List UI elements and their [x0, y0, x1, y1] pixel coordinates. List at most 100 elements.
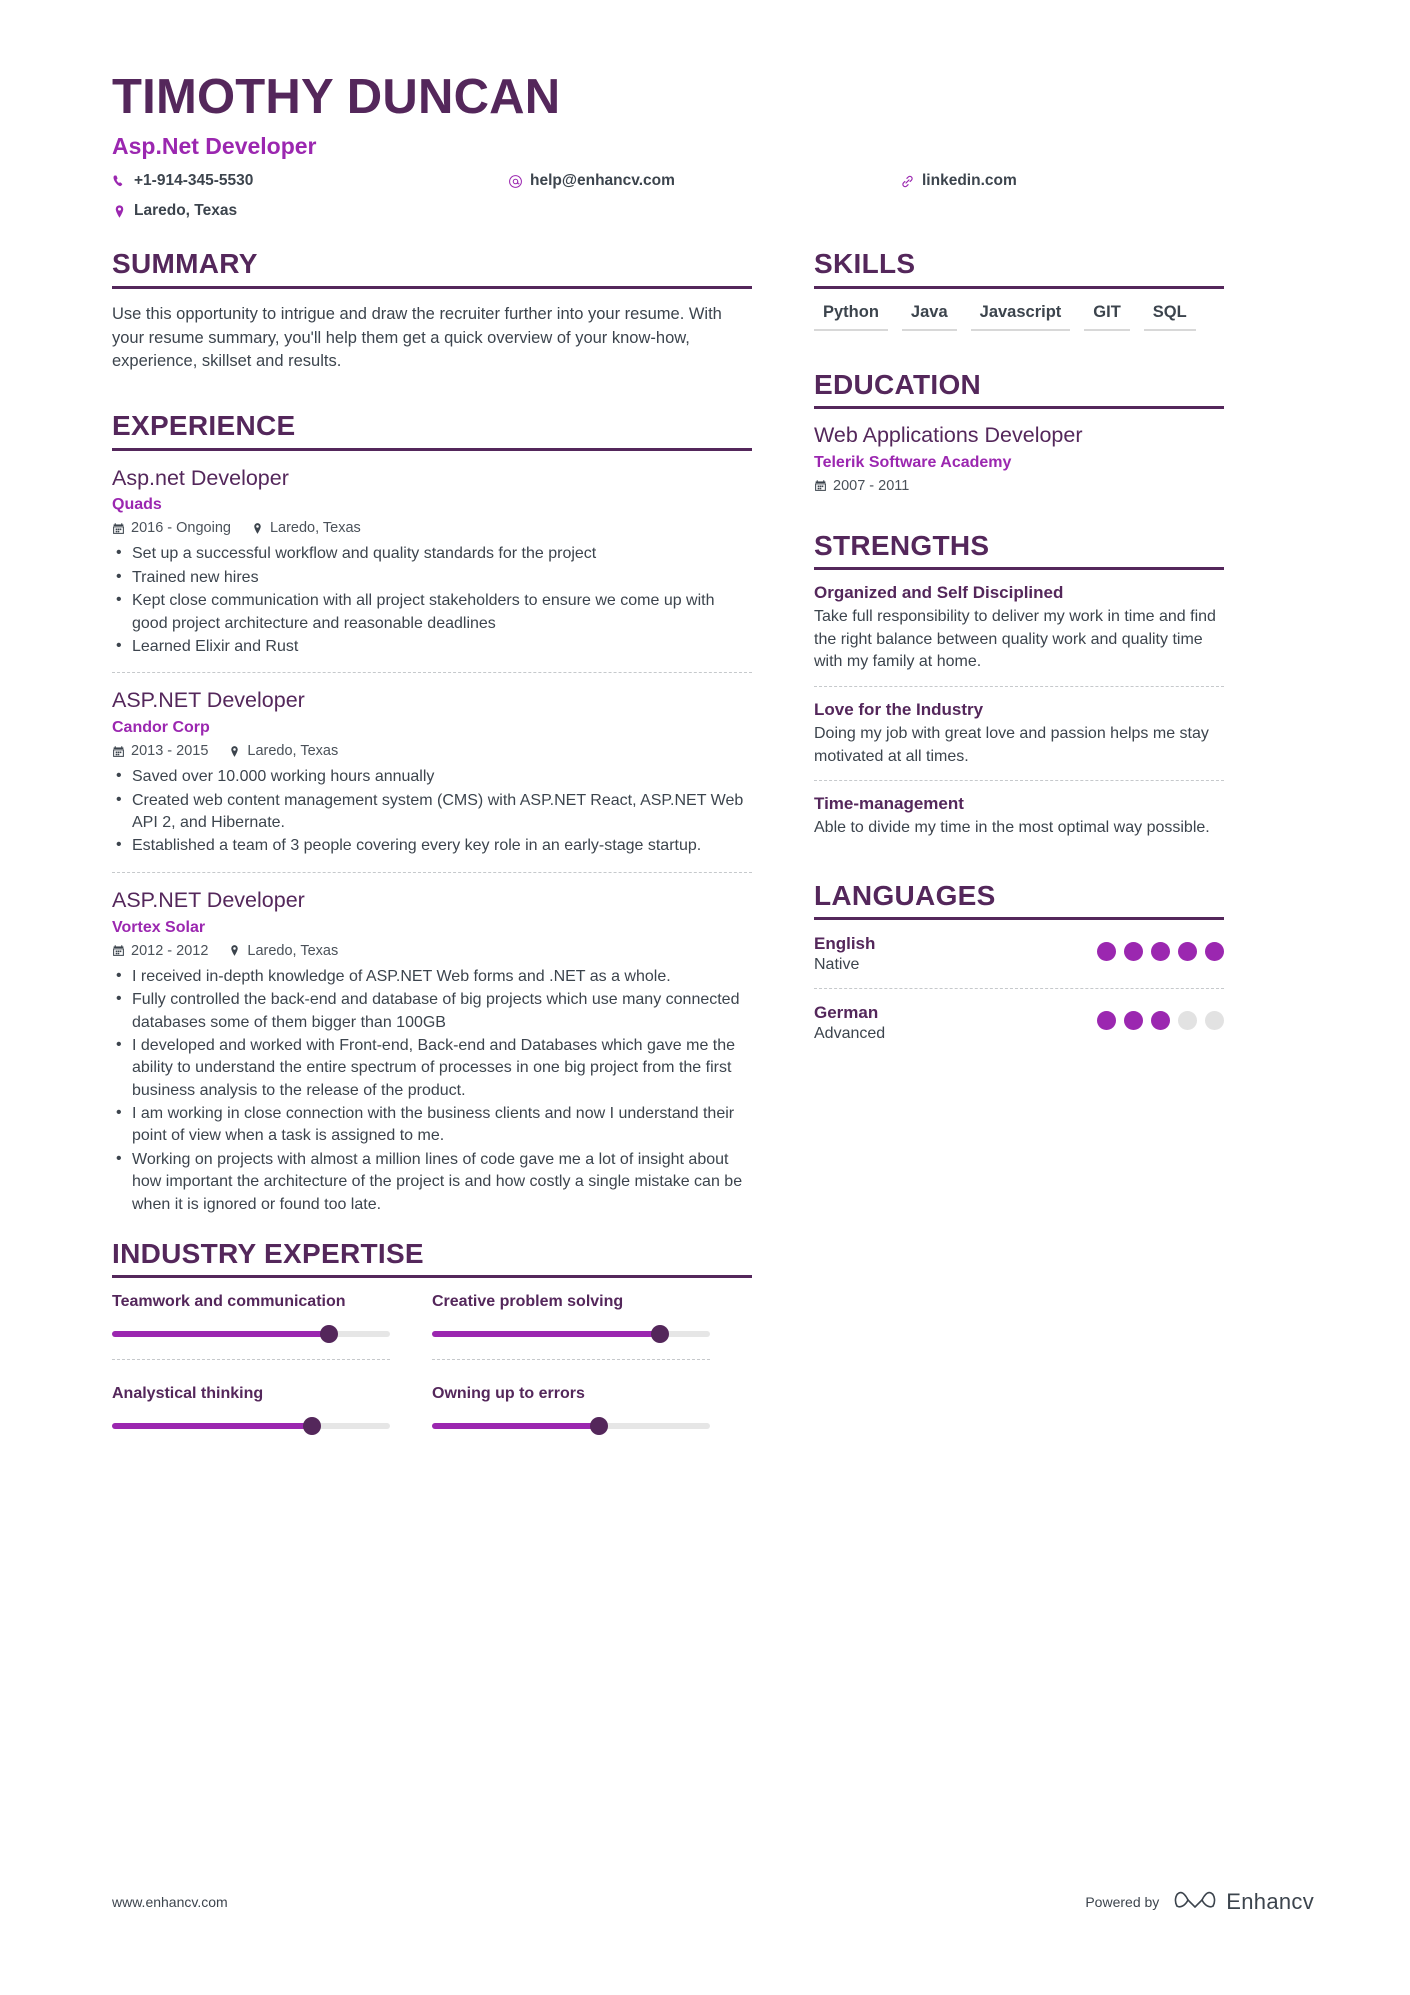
- powered-by-label: Powered by: [1085, 1893, 1160, 1910]
- language-level-dots: [1097, 934, 1224, 962]
- phone-icon: [112, 174, 127, 189]
- language-level-dot: [1178, 1011, 1197, 1031]
- language-level-label: Native: [814, 956, 860, 974]
- language-level-dot: [1124, 942, 1143, 962]
- job-dates: 2016 - Ongoing: [112, 520, 231, 536]
- slider-knob[interactable]: [589, 1417, 608, 1436]
- job-location-text: Laredo, Texas: [269, 520, 361, 537]
- skill-tag: Java: [901, 303, 957, 331]
- language-level-dot: [1205, 942, 1224, 962]
- expertise-slider[interactable]: [432, 1417, 710, 1436]
- section-industry-expertise: INDUSTRY EXPERTISE Teamwork and communic…: [112, 1238, 752, 1441]
- enhancv-logo-icon: [1173, 1886, 1217, 1917]
- job-role: ASP.NET Developer: [112, 688, 305, 713]
- job-bullet: Learned Elixir and Rust: [112, 635, 752, 658]
- language-level-dot: [1205, 1011, 1224, 1031]
- language-level-dot: [1178, 942, 1197, 962]
- skill-tag: Javascript: [970, 303, 1071, 331]
- education-dates: 2007 - 2011: [814, 478, 909, 494]
- enhancv-brand: Enhancv: [1173, 1886, 1314, 1917]
- language-level-label: Advanced: [814, 1025, 886, 1043]
- contact-phone[interactable]: +1-914-345-5530: [112, 172, 253, 190]
- job-bullet: Trained new hires: [112, 566, 752, 589]
- slider-fill: [112, 1331, 329, 1338]
- expertise-slider[interactable]: [432, 1325, 710, 1344]
- side-column: SKILLS Python Java Javascript GIT SQL EDUCAT…: [814, 248, 1224, 1441]
- skill-tag: Python: [814, 303, 888, 331]
- section-skills: SKILLS Python Java Javascript GIT SQL: [814, 248, 1224, 331]
- contact-email[interactable]: help@enhancv.com: [508, 172, 675, 190]
- job-bullet: I received in-depth knowledge of ASP.NET…: [112, 965, 752, 988]
- candidate-name: TIMOTHY DUNCAN: [112, 70, 561, 124]
- job-dates-text: 2016 - Ongoing: [131, 520, 231, 537]
- contact-phone-text: +1-914-345-5530: [134, 172, 254, 190]
- experience-item: ASP.NET Developer Vortex Solar 2012 - 2012…: [112, 873, 752, 1216]
- job-bullet: I am working in close connection with th…: [112, 1102, 752, 1148]
- language-level-dots: [1097, 1003, 1224, 1031]
- contact-linkedin-text: linkedin.com: [922, 172, 1017, 190]
- job-location: Laredo, Texas: [228, 743, 338, 759]
- calendar-icon: [112, 745, 125, 758]
- resume-header: TIMOTHY DUNCAN Asp.Net Developer +1-914-…: [112, 70, 1314, 228]
- job-meta: 2016 - Ongoing Laredo, Texas: [112, 520, 752, 536]
- location-pin-icon: [251, 522, 264, 535]
- calendar-icon: [112, 944, 125, 957]
- job-bullet: Saved over 10.000 working hours annually: [112, 765, 752, 788]
- location-pin-icon: [228, 944, 241, 957]
- job-location: Laredo, Texas: [228, 943, 338, 959]
- contact-location-text: Laredo, Texas: [134, 202, 238, 220]
- strength-description: Take full responsibility to deliver my w…: [814, 607, 1216, 671]
- job-company: Candor Corp: [112, 719, 210, 737]
- language-info: German Advanced: [814, 1003, 885, 1043]
- strength-title: Time-management: [814, 794, 964, 814]
- job-dates: 2013 - 2015: [112, 743, 208, 759]
- calendar-icon: [814, 479, 827, 492]
- expertise-slider[interactable]: [112, 1417, 390, 1436]
- footer-branding: Powered by Enhancv: [1085, 1886, 1314, 1917]
- contact-location: Laredo, Texas: [112, 202, 237, 220]
- expertise-slider[interactable]: [112, 1325, 390, 1344]
- expertise-separator: [112, 1359, 390, 1361]
- job-company: Vortex Solar: [112, 918, 206, 936]
- experience-heading: EXPERIENCE: [112, 410, 296, 442]
- footer-url[interactable]: www.enhancv.com: [112, 1894, 228, 1910]
- section-education: EDUCATION Web Applications Developer Tele…: [814, 369, 1224, 494]
- job-company: Quads: [112, 496, 162, 514]
- language-level-dot: [1151, 942, 1170, 962]
- expertise-label: Owning up to errors: [432, 1385, 585, 1403]
- job-bullet: Fully controlled the back-end and databa…: [112, 988, 752, 1034]
- job-bullets: Saved over 10.000 working hours annually…: [112, 765, 752, 858]
- industry-expertise-grid: Teamwork and communication Creative probl…: [112, 1292, 752, 1441]
- contact-list: +1-914-345-5530 help@enhancv.com linkedi…: [112, 172, 1314, 228]
- slider-knob[interactable]: [303, 1417, 322, 1436]
- language-item: English Native: [814, 920, 1224, 974]
- strength-item: Time-management Able to divide my time in…: [814, 781, 1224, 840]
- job-bullet: Kept close communication with all projec…: [112, 589, 752, 635]
- summary-text: Use this opportunity to intrigue and dra…: [112, 304, 722, 371]
- language-level-dot: [1151, 1011, 1170, 1031]
- section-experience: EXPERIENCE Asp.net Developer Quads 2016 - …: [112, 410, 752, 1216]
- education-list: Web Applications Developer Telerik Softwa…: [814, 409, 1224, 494]
- slider-knob[interactable]: [650, 1325, 669, 1344]
- contact-linkedin[interactable]: linkedin.com: [900, 172, 1017, 190]
- expertise-separator: [432, 1359, 710, 1361]
- strengths-list: Organized and Self Disciplined Take full …: [814, 570, 1224, 840]
- expertise-item: Analystical thinking: [112, 1366, 432, 1441]
- job-role: Asp.net Developer: [112, 465, 289, 490]
- location-pin-icon: [112, 204, 127, 219]
- job-bullet: Working on projects with almost a millio…: [112, 1148, 752, 1216]
- strength-title: Organized and Self Disciplined: [814, 582, 1064, 602]
- education-meta: 2007 - 2011: [814, 478, 1224, 494]
- experience-item: Asp.net Developer Quads 2016 - Ongoing Lare…: [112, 451, 752, 659]
- job-role: ASP.NET Developer: [112, 887, 305, 912]
- education-heading: EDUCATION: [814, 368, 982, 400]
- experience-item: ASP.NET Developer Candor Corp 2013 - 2015 L…: [112, 673, 752, 857]
- slider-knob[interactable]: [319, 1325, 338, 1344]
- industry-expertise-heading: INDUSTRY EXPERTISE: [112, 1238, 424, 1270]
- candidate-job-title: Asp.Net Developer: [112, 133, 317, 160]
- slider-fill: [432, 1423, 599, 1430]
- job-bullets: I received in-depth knowledge of ASP.NET…: [112, 965, 752, 1216]
- summary-rule: [112, 285, 752, 289]
- expertise-item: Creative problem solving: [432, 1292, 752, 1366]
- skill-tag: GIT: [1084, 303, 1130, 331]
